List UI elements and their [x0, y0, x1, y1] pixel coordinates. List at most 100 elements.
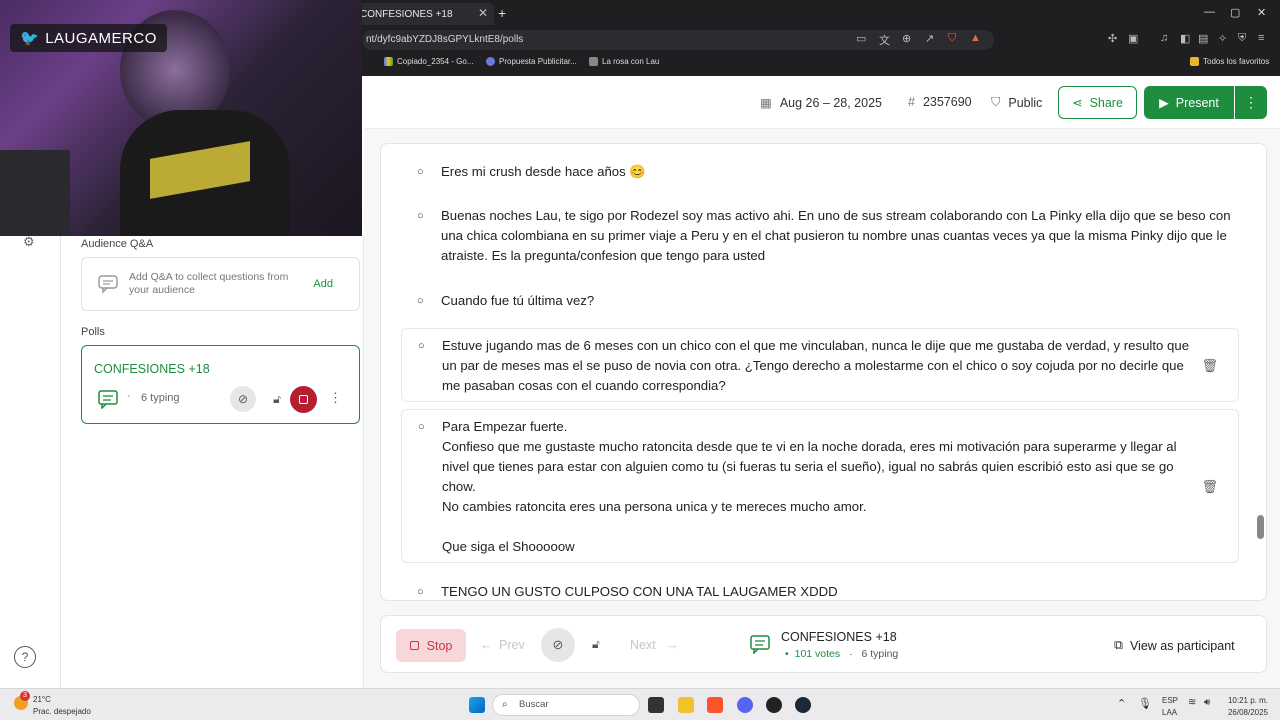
- votes-count: 101 votes: [794, 648, 841, 660]
- wallet-icon[interactable]: ▣: [1128, 32, 1138, 45]
- close-window-button[interactable]: ✕: [1257, 6, 1266, 19]
- list-item: ○ Buenas noches Lau, te sigo por Rodezel …: [417, 208, 1231, 263]
- wifi-icon[interactable]: ≋: [1188, 697, 1196, 708]
- hide-results-icon[interactable]: ⊘: [541, 628, 575, 662]
- present-button[interactable]: ▶ Present: [1144, 86, 1234, 119]
- start-icon[interactable]: [469, 697, 485, 713]
- stream-tag: 🐦 LAUGAMERCO: [10, 24, 167, 52]
- weather-widget[interactable]: 21°C Prac. despejado: [33, 695, 91, 716]
- poll-card[interactable]: CONFESIONES +18 · 6 typing ⊘ 🔓︎ ⋮: [81, 345, 360, 424]
- drive-icon: [384, 57, 393, 66]
- present-more-button[interactable]: ⋮: [1235, 86, 1267, 119]
- participant-icon: ⧉: [1114, 638, 1123, 652]
- shield-icon: ⛉: [991, 95, 1001, 109]
- doc-icon: [486, 57, 495, 66]
- prev-arrow-icon: ←: [480, 638, 493, 652]
- chat-bubble-icon: [98, 275, 118, 294]
- scrollbar[interactable]: [1257, 515, 1264, 539]
- brave-shield-icon[interactable]: ⛉: [948, 32, 956, 45]
- share-page-icon[interactable]: ↗: [925, 32, 934, 45]
- reading-icon[interactable]: ▤: [1198, 32, 1208, 45]
- active-poll-stats: • 101 votes · 6 typing: [785, 648, 899, 660]
- event-header: ▦ Aug 26 – 28, 2025 #2357690 ⛉ Public ⋖ Sha…: [364, 76, 1280, 129]
- maximize-button[interactable]: ▢: [1230, 6, 1240, 19]
- stream-name: LAUGAMERCO: [45, 29, 157, 47]
- folder-icon: [1190, 57, 1199, 66]
- next-arrow-icon: →: [666, 638, 679, 652]
- mic-icon[interactable]: 🎙︎: [1138, 697, 1152, 710]
- browser-tab[interactable]: CONFESIONES +18 ✕: [356, 3, 494, 25]
- add-qa-button[interactable]: Add: [313, 278, 333, 290]
- file-explorer-icon[interactable]: [678, 697, 694, 713]
- hide-results-icon[interactable]: ⊘: [230, 386, 256, 412]
- taskbar-search[interactable]: Buscar: [492, 694, 640, 716]
- list-item[interactable]: ○ Estuve jugando mas de 6 meses con un ch…: [401, 328, 1239, 402]
- steam-icon[interactable]: [795, 697, 811, 713]
- obs-icon[interactable]: [766, 697, 782, 713]
- separator-dot: ·: [127, 390, 131, 402]
- share-icon: ⋖: [1072, 96, 1083, 110]
- list-item: ○ Cuando fue tú última vez?: [417, 293, 595, 308]
- event-dates[interactable]: ▦ Aug 26 – 28, 2025: [760, 95, 882, 111]
- music-icon[interactable]: ♫: [1160, 32, 1168, 44]
- share-button[interactable]: ⋖ Share: [1058, 86, 1137, 119]
- address-bar[interactable]: nt/dyfc9abYZDJ8sGPYLkntE8/polls: [362, 30, 994, 50]
- list-item: ○ Eres mi crush desde hace años 😊: [417, 164, 646, 179]
- background-chair: [0, 150, 70, 236]
- task-view-icon[interactable]: [648, 697, 664, 713]
- rose-icon: [589, 57, 598, 66]
- lock-icon[interactable]: 🔓︎: [264, 386, 290, 412]
- poll-menu-icon[interactable]: ⋮: [329, 390, 342, 406]
- typing-count: 6 typing: [861, 648, 899, 660]
- discord-icon[interactable]: [737, 697, 753, 713]
- prev-button[interactable]: Prev: [499, 638, 525, 652]
- vpn-icon[interactable]: ⛨: [1238, 32, 1246, 45]
- language-indicator[interactable]: ESP LAA: [1162, 696, 1178, 717]
- extensions-icon[interactable]: ✣: [1108, 32, 1117, 45]
- stop-icon: [409, 641, 419, 650]
- bookmark-1[interactable]: Copiado_2354 - Go...: [384, 57, 474, 66]
- close-tab-icon[interactable]: ✕: [478, 6, 488, 20]
- stop-icon: [299, 395, 308, 404]
- event-code[interactable]: #2357690: [908, 95, 972, 109]
- brave-rewards-icon[interactable]: ▲: [970, 32, 981, 44]
- event-visibility[interactable]: ⛉ Public: [991, 95, 1042, 110]
- poll-control-bar: Stop ← Prev ⊘ 🔓︎ Next → CONFESIONES +18 …: [380, 615, 1267, 673]
- new-tab-button[interactable]: +: [498, 5, 506, 21]
- qa-card: Add Q&A to collect questions from your a…: [81, 257, 360, 311]
- left-rail: ⚙ ?: [0, 234, 61, 688]
- bookmark-3[interactable]: La rosa con Lau: [589, 57, 659, 66]
- lock-icon[interactable]: 🔓︎: [592, 637, 600, 652]
- list-item: ○ TENGO UN GUSTO CULPOSO CON UNA TAL LAUG…: [417, 584, 838, 599]
- all-bookmarks[interactable]: Todos los favoritos: [1190, 57, 1269, 66]
- view-as-participant-button[interactable]: ⧉ View as participant: [1114, 638, 1235, 653]
- delete-icon[interactable]: 🗑︎: [1201, 356, 1218, 376]
- zoom-icon[interactable]: ⊕: [902, 32, 911, 45]
- hash-icon: #: [908, 95, 915, 109]
- next-button[interactable]: Next: [630, 638, 656, 652]
- qa-description: Add Q&A to collect questions from your a…: [129, 271, 289, 296]
- settings-icon[interactable]: ⚙: [23, 234, 35, 250]
- brave-icon[interactable]: [707, 697, 723, 713]
- bookmark-2[interactable]: Propuesta Publicitar...: [486, 57, 577, 66]
- minimize-button[interactable]: —: [1204, 6, 1215, 18]
- stop-poll-button[interactable]: [290, 386, 317, 413]
- translate-icon[interactable]: 文: [879, 32, 890, 48]
- tray-chevron-icon[interactable]: ⌃: [1117, 697, 1126, 710]
- cast-icon[interactable]: ▭: [856, 32, 866, 45]
- tab-title: CONFESIONES +18: [360, 8, 453, 20]
- menu-icon[interactable]: ≡: [1258, 32, 1264, 44]
- leo-icon[interactable]: ✧: [1218, 32, 1227, 45]
- open-text-icon: [98, 390, 118, 409]
- main-area: ○ Eres mi crush desde hace años 😊 ○ Buenas…: [364, 129, 1280, 688]
- weather-badge: 3: [20, 691, 30, 701]
- help-icon[interactable]: ?: [14, 646, 36, 668]
- list-item[interactable]: ○ Para Empezar fuerte. Confieso que me gu…: [401, 409, 1239, 563]
- stop-button[interactable]: Stop: [396, 629, 466, 662]
- volume-icon[interactable]: 🔊︎: [1204, 697, 1210, 708]
- delete-icon[interactable]: 🗑︎: [1201, 477, 1218, 497]
- play-icon: ▶: [1159, 96, 1169, 110]
- clock[interactable]: 10:21 p. m. 26/08/2025: [1226, 696, 1268, 717]
- sidebar-icon[interactable]: ◧: [1180, 32, 1190, 45]
- search-icon: ⌕: [502, 699, 508, 710]
